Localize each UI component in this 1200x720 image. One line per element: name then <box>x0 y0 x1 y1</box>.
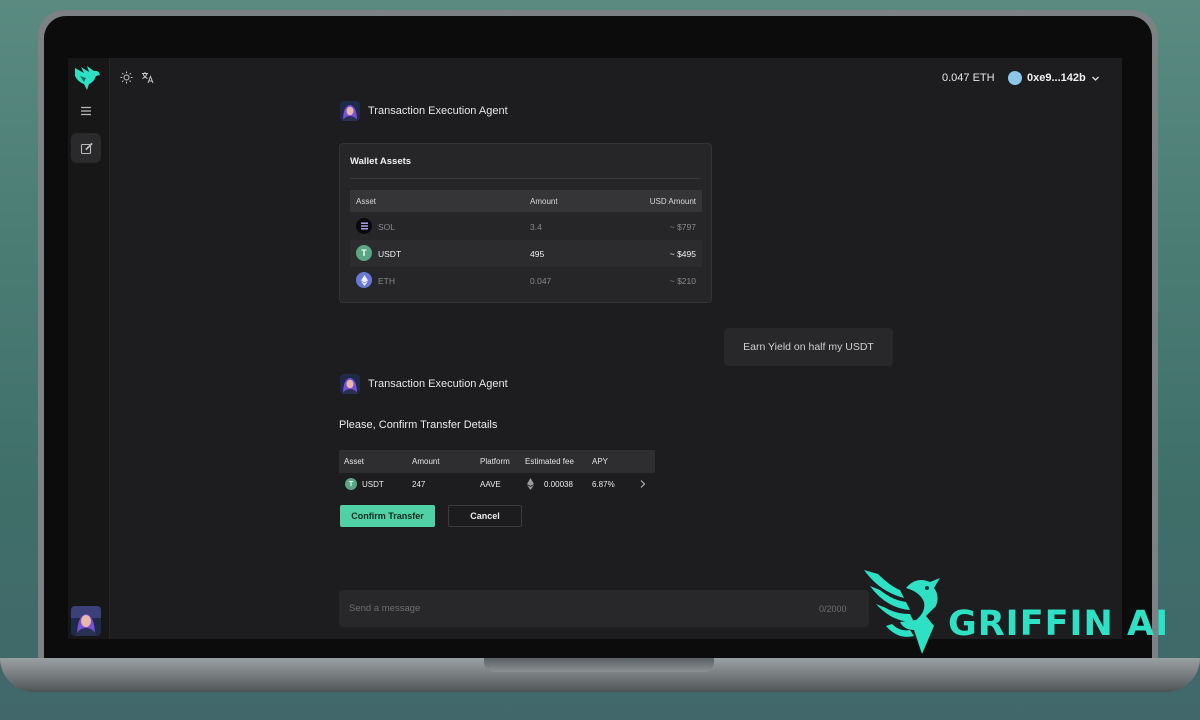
eth-icon <box>356 272 372 288</box>
wallet-avatar <box>1008 71 1022 85</box>
topbar-tools <box>120 71 154 89</box>
transfer-platform: AAVE <box>480 480 501 489</box>
transfer-table-header: Asset Amount Platform Estimated fee APY <box>339 450 655 473</box>
table-row[interactable]: SOL 3.4 ~ $797 <box>350 213 702 240</box>
asset-symbol: ETH <box>378 276 395 286</box>
wallet-assets-card: Wallet Assets Asset Amount USD Amount SO… <box>339 143 712 303</box>
cancel-button[interactable]: Cancel <box>448 505 522 527</box>
chevron-down-icon <box>1091 76 1099 81</box>
menu-icon[interactable] <box>79 104 93 118</box>
column-header: Amount <box>530 197 558 206</box>
message-input[interactable] <box>349 598 769 618</box>
transfer-asset: USDT <box>362 480 384 489</box>
usdt-icon: T <box>345 478 357 490</box>
char-count: 0/2000 <box>819 604 847 614</box>
eth-fee-icon <box>527 478 534 492</box>
sun-icon[interactable] <box>120 71 133 89</box>
transfer-table: Asset Amount Platform Estimated fee APY … <box>339 450 655 495</box>
column-header: Platform <box>480 457 510 466</box>
wallet-address: 0xe9...142b <box>1027 72 1086 84</box>
confirm-heading: Please, Confirm Transfer Details <box>339 419 498 431</box>
wallet-assets-title: Wallet Assets <box>350 156 412 167</box>
user-avatar[interactable] <box>71 606 101 636</box>
agent-message-header: Transaction Execution Agent <box>340 101 508 121</box>
brand-name: GRIFFIN AI <box>948 604 1170 644</box>
transfer-apy: 6.87% <box>592 480 615 489</box>
column-header: Estimated fee <box>525 457 574 466</box>
agent-name: Transaction Execution Agent <box>368 378 508 390</box>
divider <box>350 178 700 179</box>
agent-avatar <box>340 101 360 121</box>
asset-usd: ~ $797 <box>669 222 696 232</box>
usdt-icon: T <box>356 245 372 261</box>
agent-name: Transaction Execution Agent <box>368 105 508 117</box>
table-row[interactable]: T USDT 247 AAVE 0.00038 6.87% <box>339 473 655 495</box>
table-row[interactable]: T USDT 495 ~ $495 <box>350 240 702 267</box>
asset-amount: 3.4 <box>530 222 542 232</box>
asset-amount: 495 <box>530 249 545 259</box>
transfer-fee: 0.00038 <box>544 480 573 489</box>
eth-balance: 0.047 ETH <box>942 72 995 84</box>
asset-usd: ~ $210 <box>669 276 696 286</box>
asset-symbol: SOL <box>378 222 396 232</box>
column-header: USD Amount <box>649 197 696 206</box>
column-header: Asset <box>344 457 365 466</box>
griffin-logo-icon <box>864 570 940 654</box>
table-row[interactable]: ETH 0.047 ~ $210 <box>350 267 702 294</box>
message-composer: 0/2000 <box>339 590 869 627</box>
transfer-amount: 247 <box>412 480 426 489</box>
agent-message-header: Transaction Execution Agent <box>340 374 508 394</box>
asset-usd: ~ $495 <box>669 249 696 259</box>
app-screen: 0.047 ETH 0xe9...142b Transaction Execut… <box>68 58 1122 639</box>
griffin-ai-brand: GRIFFIN AI <box>860 566 1168 658</box>
column-header: Amount <box>412 457 440 466</box>
column-header: Asset <box>356 197 377 206</box>
asset-amount: 0.047 <box>530 276 552 286</box>
wallet-button[interactable]: 0xe9...142b <box>1008 68 1100 88</box>
column-header: APY <box>592 457 609 466</box>
confirm-transfer-button[interactable]: Confirm Transfer <box>340 505 435 527</box>
translate-icon[interactable] <box>141 71 154 89</box>
user-message-bubble: Earn Yield on half my USDT <box>724 328 893 366</box>
edit-icon <box>80 142 93 154</box>
assets-table-header: Asset Amount USD Amount <box>350 190 702 212</box>
left-sidebar <box>68 58 110 639</box>
new-chat-button[interactable] <box>71 133 101 163</box>
griffin-logo-icon[interactable] <box>72 64 102 92</box>
agent-avatar <box>340 374 360 394</box>
laptop-notch <box>484 658 714 672</box>
sol-icon <box>356 218 372 234</box>
asset-symbol: USDT <box>378 249 402 259</box>
chevron-right-icon[interactable] <box>639 479 646 491</box>
